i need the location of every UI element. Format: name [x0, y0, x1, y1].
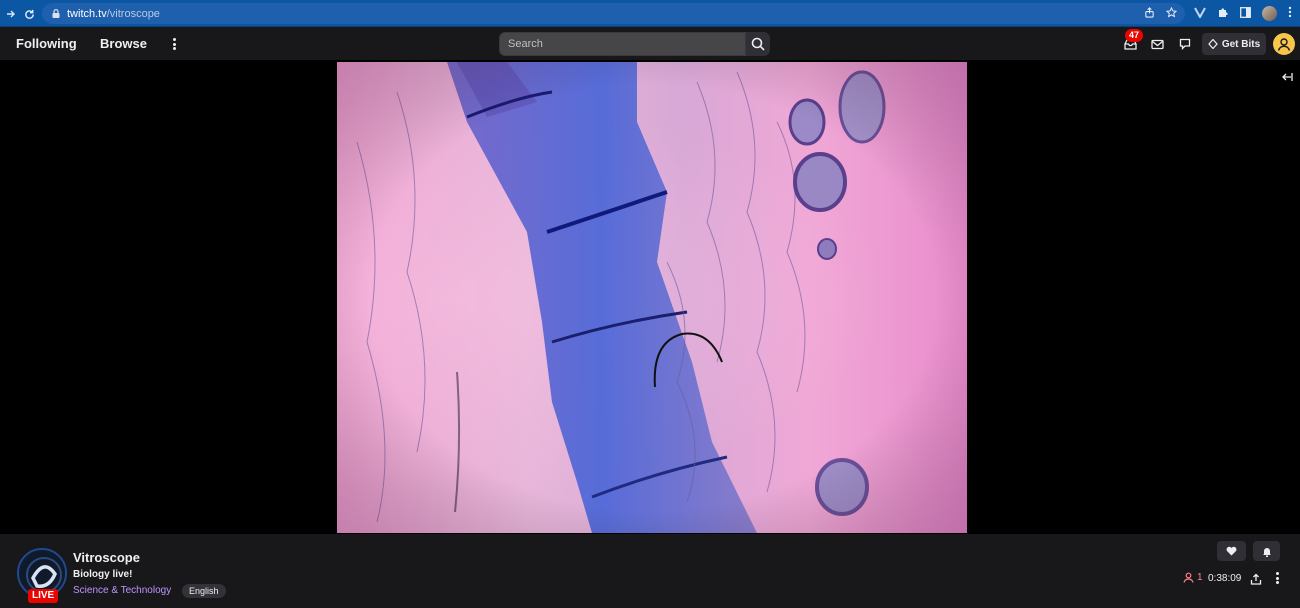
stream-title: Biology live! — [73, 569, 133, 580]
following-link[interactable]: Following — [16, 36, 77, 51]
lock-icon — [52, 9, 60, 18]
user-menu-avatar[interactable] — [1273, 33, 1295, 55]
viewer-person-icon — [1183, 572, 1194, 583]
share-page-icon[interactable] — [1144, 6, 1155, 21]
browser-toolbar: twitch.tv/vitroscope — [0, 0, 1300, 27]
bookmark-star-icon[interactable] — [1165, 6, 1178, 21]
search-input[interactable]: Search — [499, 32, 746, 56]
extensions-puzzle-icon[interactable] — [1217, 6, 1229, 21]
extension-v-icon[interactable] — [1194, 7, 1206, 21]
reload-icon[interactable] — [18, 3, 40, 25]
side-panel-icon[interactable] — [1240, 6, 1251, 21]
search-button[interactable] — [746, 32, 770, 56]
chat-bubble-icon — [1179, 38, 1191, 50]
follow-button[interactable] — [1217, 541, 1246, 561]
profile-avatar[interactable] — [1262, 6, 1277, 21]
url-host: twitch.tv — [67, 7, 107, 20]
whispers-button[interactable] — [1150, 37, 1164, 51]
stream-uptime: 0:38:09 — [1208, 573, 1242, 584]
viewer-count-value: 1 — [1197, 572, 1203, 583]
viewer-count: 1 — [1183, 572, 1203, 583]
collapse-sidebar-icon[interactable] — [1281, 71, 1293, 85]
heart-icon — [1226, 546, 1237, 556]
more-menu-icon[interactable] — [168, 36, 180, 52]
channel-info-bar: LIVE Vitroscope Biology live! Science & … — [0, 534, 1300, 608]
stream-video[interactable] — [337, 62, 967, 533]
url-path: /vitroscope — [106, 7, 160, 20]
bell-icon — [1262, 547, 1271, 557]
channel-name[interactable]: Vitroscope — [73, 550, 140, 565]
get-bits-button[interactable]: Get Bits — [1202, 33, 1266, 55]
video-player[interactable] — [0, 62, 1300, 533]
address-bar[interactable]: twitch.tv/vitroscope — [42, 3, 1185, 24]
notifications-bell-button[interactable] — [1253, 541, 1280, 561]
user-icon — [1277, 38, 1291, 51]
language-tag[interactable]: English — [182, 584, 226, 598]
search-icon — [751, 37, 765, 51]
browser-menu-icon[interactable] — [1288, 6, 1292, 21]
bits-diamond-icon — [1208, 39, 1218, 49]
microscope-image — [337, 62, 967, 533]
twitch-top-nav: Following Browse Search 47 Get Bits — [0, 27, 1300, 61]
category-link[interactable]: Science & Technology — [73, 585, 171, 596]
live-badge: LIVE — [28, 589, 59, 603]
more-options-icon[interactable] — [1274, 572, 1280, 584]
share-icon[interactable] — [1250, 572, 1262, 585]
mail-icon — [1150, 39, 1164, 49]
chat-button[interactable] — [1178, 37, 1192, 51]
get-bits-label: Get Bits — [1221, 38, 1261, 50]
notification-count-badge: 47 — [1125, 29, 1144, 42]
browse-link[interactable]: Browse — [100, 36, 147, 51]
